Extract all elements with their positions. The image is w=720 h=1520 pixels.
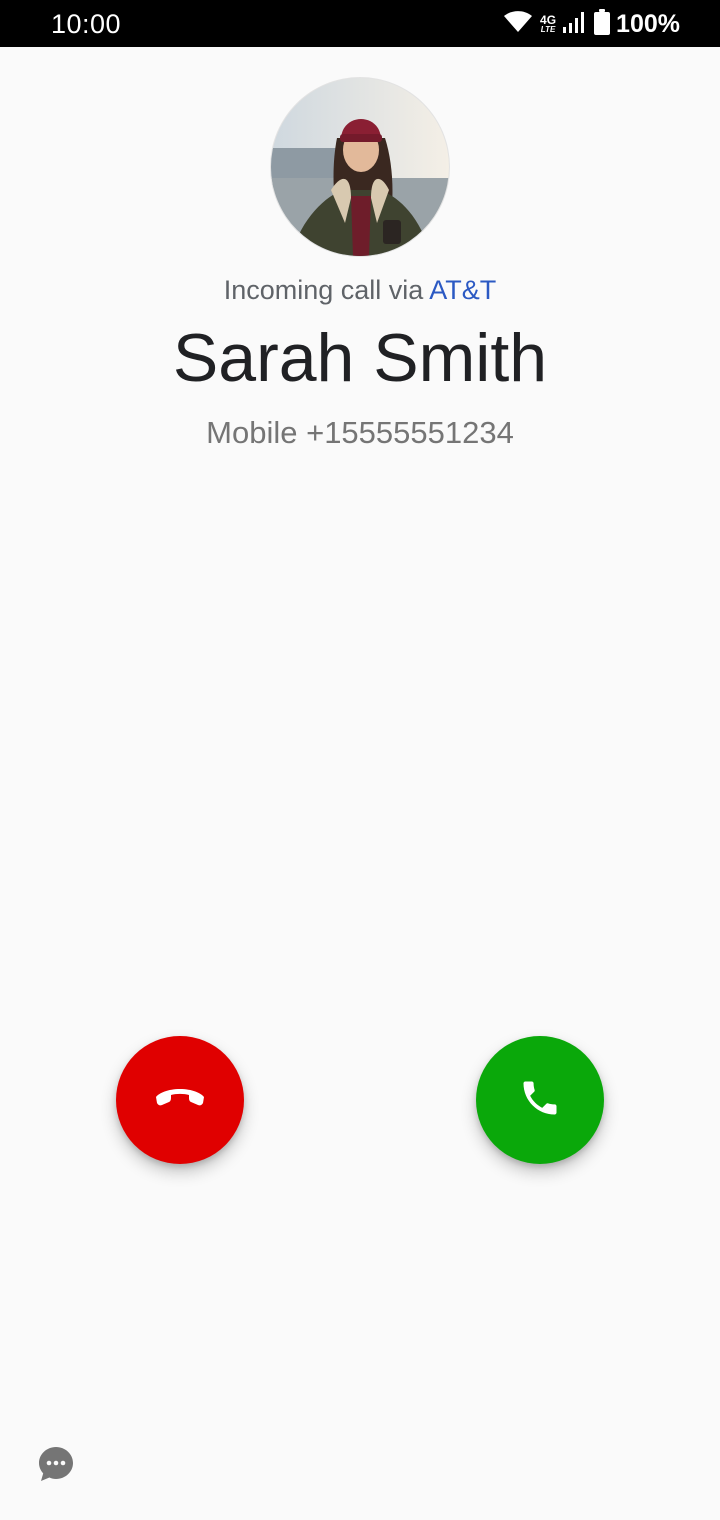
status-icons: 4G LTE 100% bbox=[504, 8, 680, 40]
signal-icon bbox=[562, 10, 588, 39]
caller-number: Mobile +15555551234 bbox=[206, 415, 514, 450]
status-bar: 10:00 4G LTE 100% bbox=[0, 0, 720, 47]
status-time: 10:00 bbox=[51, 9, 122, 39]
answer-call-button[interactable] bbox=[476, 1036, 604, 1164]
network-type-icon: 4G LTE bbox=[540, 14, 556, 34]
network-subtype-label: LTE bbox=[540, 25, 556, 34]
carrier-name: AT&T bbox=[429, 275, 497, 305]
incoming-call-via-text: Incoming call via bbox=[223, 275, 430, 305]
phone-icon bbox=[518, 1076, 562, 1125]
caller-name: Sarah Smith bbox=[172, 320, 548, 396]
incoming-call-screen: 10:00 4G LTE 100% Incoming call via AT&T… bbox=[0, 0, 720, 1520]
incoming-call-label: Incoming call via AT&T bbox=[0, 272, 720, 308]
message-bubble-icon bbox=[38, 1447, 74, 1486]
wifi-icon bbox=[504, 10, 533, 38]
battery-icon bbox=[594, 8, 611, 40]
decline-call-button[interactable] bbox=[116, 1036, 244, 1164]
call-end-icon bbox=[155, 1087, 205, 1114]
caller-avatar bbox=[271, 78, 449, 256]
battery-percent: 100% bbox=[616, 10, 680, 38]
quick-reply-button[interactable] bbox=[38, 1446, 74, 1482]
